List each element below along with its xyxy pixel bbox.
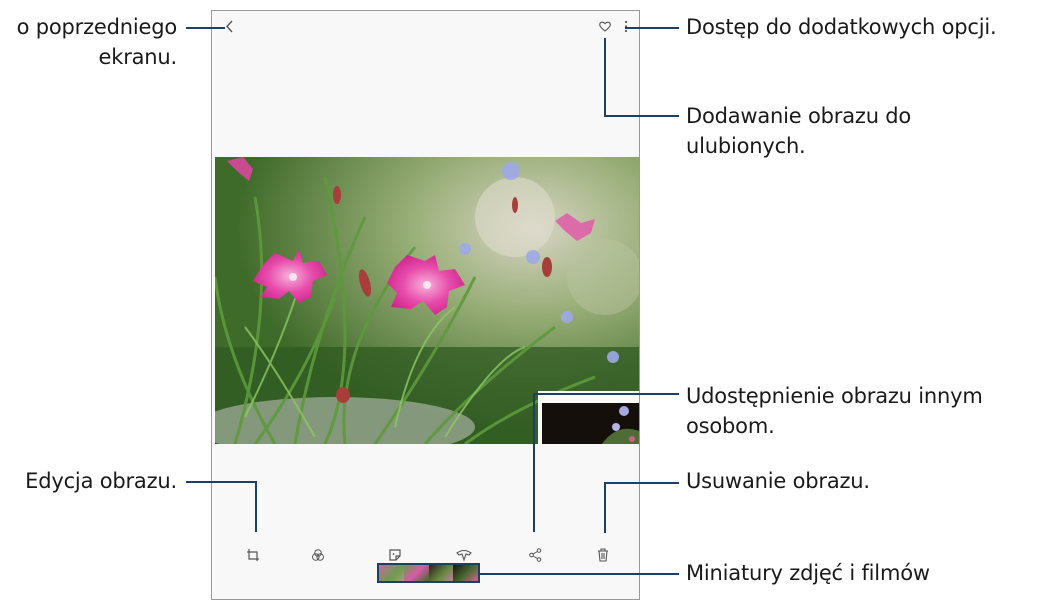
- callout-line-delete-v: [604, 482, 606, 533]
- sticker-icon[interactable]: [388, 547, 404, 563]
- edit-icon[interactable]: [246, 547, 262, 563]
- phone-screen: [211, 10, 640, 600]
- callout-back-line1: o poprzedniego: [16, 15, 178, 39]
- callout-line-share-h: [533, 393, 679, 395]
- next-photo-image: [542, 403, 639, 444]
- thumbnail[interactable]: [379, 565, 404, 581]
- callout-back: o poprzedniego ekranu.: [16, 12, 178, 72]
- callout-line-back: [186, 27, 225, 29]
- callout-favourite: Dodawanie obrazu do ulubionych.: [686, 101, 911, 161]
- next-photo-preview[interactable]: [542, 403, 639, 444]
- callout-line-thumbnails: [480, 573, 679, 575]
- callout-line-edit-v: [255, 481, 257, 532]
- heart-icon[interactable]: [599, 21, 611, 35]
- callout-line-favourite-h: [604, 115, 679, 117]
- callout-line-share-v: [533, 393, 535, 532]
- filter-icon[interactable]: [311, 547, 327, 563]
- callout-line-delete-h: [604, 482, 679, 484]
- callout-line-more: [625, 27, 679, 29]
- trash-icon[interactable]: [597, 547, 613, 563]
- callout-line-edit-h: [186, 481, 256, 483]
- callout-share: Udostępnienie obrazu innym osobom.: [686, 381, 983, 441]
- callout-share-line2: osobom.: [686, 414, 775, 438]
- brush-icon[interactable]: [456, 547, 472, 563]
- callout-back-line2: ekranu.: [98, 45, 178, 69]
- callout-line-favourite-v: [604, 38, 606, 116]
- callout-favourite-line2: ulubionych.: [686, 134, 806, 158]
- thumbnail[interactable]: [403, 565, 429, 581]
- callout-thumbnails: Miniatury zdjęć i filmów: [686, 561, 930, 585]
- thumbnail-strip[interactable]: [377, 563, 480, 583]
- callout-favourite-line1: Dodawanie obrazu do: [686, 104, 912, 128]
- thumbnail[interactable]: [453, 565, 478, 581]
- thumbnail[interactable]: [428, 565, 454, 581]
- callout-delete: Usuwanie obrazu.: [686, 469, 870, 493]
- back-chevron-icon[interactable]: [225, 20, 235, 36]
- callout-share-line1: Udostępnienie obrazu innym: [686, 384, 983, 408]
- share-icon[interactable]: [529, 547, 545, 563]
- callout-more-options: Dostęp do dodatkowych opcji.: [686, 15, 997, 39]
- callout-edit: Edycja obrazu.: [25, 469, 177, 493]
